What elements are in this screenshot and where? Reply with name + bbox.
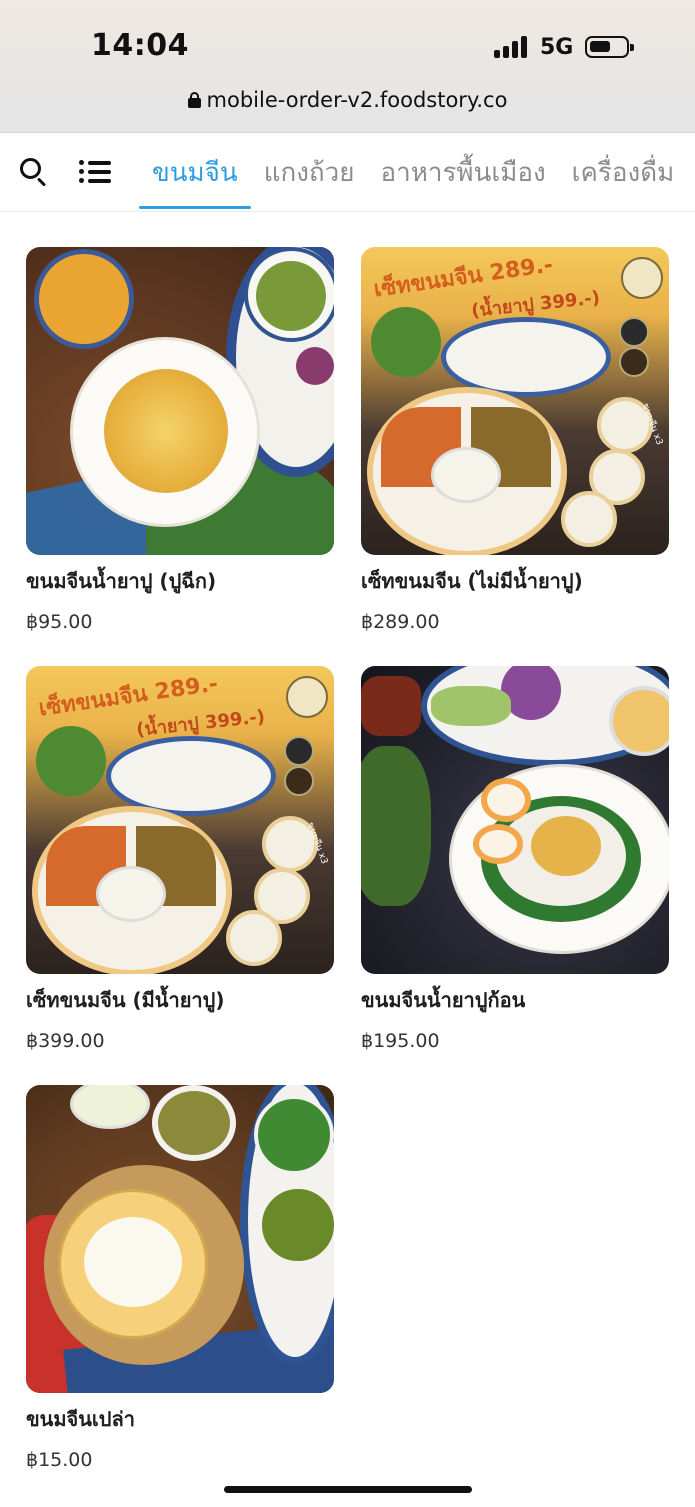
product-price: ฿289.00 xyxy=(361,611,440,633)
product-price: ฿95.00 xyxy=(26,611,93,633)
status-time: 14:04 xyxy=(91,28,189,63)
category-bar: ขนมจีน แกงถ้วย อาหารพื้นเมือง เครื่องดื่… xyxy=(0,134,695,212)
list-menu-icon[interactable] xyxy=(79,156,111,188)
tab-kaeng-thuay[interactable]: แกงถ้วย xyxy=(251,134,368,212)
product-name: ขนมจีนเปล่า xyxy=(26,1407,135,1431)
tab-drinks[interactable]: เครื่องดื่ม xyxy=(559,134,688,212)
product-image[interactable] xyxy=(361,666,669,974)
home-indicator xyxy=(224,1486,472,1493)
product-name: เซ็ทขนมจีน (ไม่มีน้ำยาปู) xyxy=(361,569,583,593)
product-image[interactable] xyxy=(26,247,334,555)
product-price: ฿15.00 xyxy=(26,1449,93,1471)
product-name: เซ็ทขนมจีน (มีน้ำยาปู) xyxy=(26,988,225,1012)
browser-chrome: 14:04 5G mobile-order-v2.foodstory.co xyxy=(0,0,695,133)
network-label: 5G xyxy=(540,35,574,60)
tab-khanom-jeen[interactable]: ขนมจีน xyxy=(139,134,251,212)
tab-local-food[interactable]: อาหารพื้นเมือง xyxy=(367,134,558,212)
product-card[interactable]: ขนมจีนน้ำยาปู (ปูฉีก) ฿95.00 xyxy=(26,247,336,633)
product-card[interactable]: ขนมจีนน้ำยาปูก้อน ฿195.00 xyxy=(361,666,671,1052)
search-icon[interactable] xyxy=(18,156,50,188)
product-card[interactable]: เซ็ทขนมจีน 289.- (น้ำยาปู 399.-) ขนมจีน … xyxy=(361,247,671,633)
url-text: mobile-order-v2.foodstory.co xyxy=(206,88,508,112)
product-image[interactable]: เซ็ทขนมจีน 289.- (น้ำยาปู 399.-) ขนมจีน … xyxy=(26,666,334,974)
product-name: ขนมจีนน้ำยาปูก้อน xyxy=(361,988,526,1012)
product-image[interactable] xyxy=(26,1085,334,1393)
battery-icon xyxy=(585,36,634,58)
lock-icon xyxy=(187,92,201,108)
signal-icon xyxy=(494,36,530,58)
product-image[interactable]: เซ็ทขนมจีน 289.- (น้ำยาปู 399.-) ขนมจีน … xyxy=(361,247,669,555)
category-tabs: ขนมจีน แกงถ้วย อาหารพื้นเมือง เครื่องดื่… xyxy=(139,134,687,212)
product-price: ฿399.00 xyxy=(26,1030,105,1052)
product-price: ฿195.00 xyxy=(361,1030,440,1052)
product-name: ขนมจีนน้ำยาปู (ปูฉีก) xyxy=(26,569,217,593)
product-card[interactable]: ขนมจีนเปล่า ฿15.00 xyxy=(26,1085,336,1471)
url-bar[interactable]: mobile-order-v2.foodstory.co xyxy=(0,88,695,112)
product-card[interactable]: เซ็ทขนมจีน 289.- (น้ำยาปู 399.-) ขนมจีน … xyxy=(26,666,336,1052)
